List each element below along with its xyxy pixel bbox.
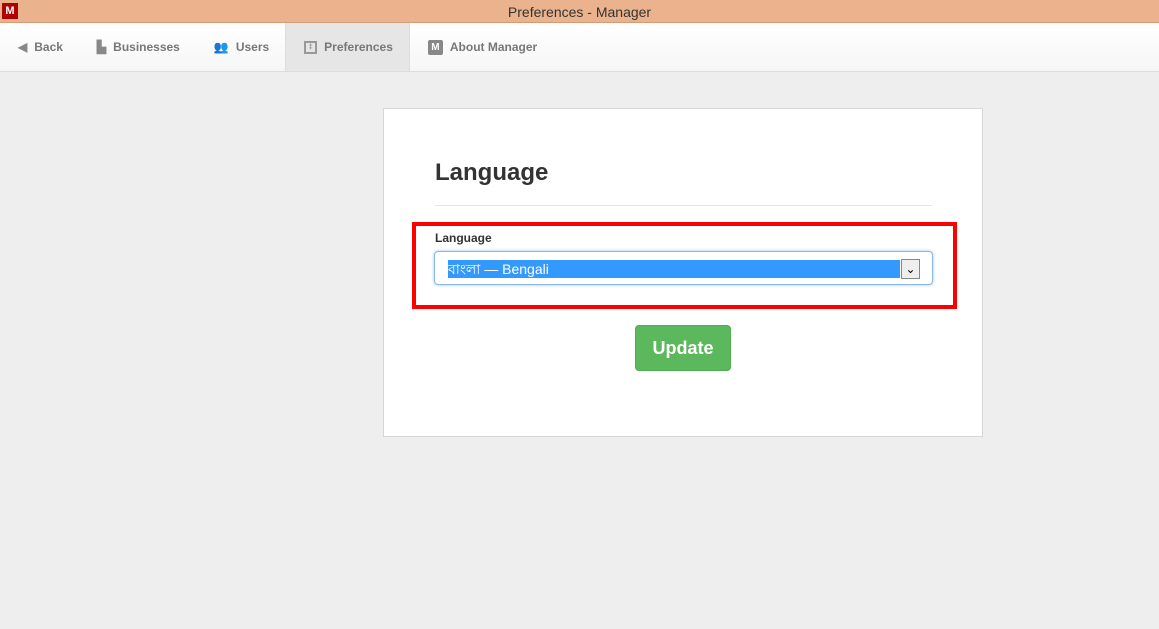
nav-back-label: Back bbox=[34, 40, 63, 54]
users-icon: 👥 bbox=[213, 40, 229, 54]
section-heading: Language bbox=[435, 159, 549, 186]
divider bbox=[435, 205, 932, 206]
nav-users-label: Users bbox=[235, 40, 270, 54]
back-arrow-icon: ◀ bbox=[18, 40, 28, 54]
preferences-panel: Language Language বাংলা — Bengali ⌄ Upda… bbox=[383, 108, 983, 437]
title-bar: M Preferences - Manager bbox=[0, 0, 1159, 23]
language-select[interactable]: বাংলা — Bengali ⌄ bbox=[434, 251, 933, 285]
nav-preferences-label: Preferences bbox=[324, 40, 393, 54]
language-label: Language bbox=[435, 231, 492, 245]
nav-preferences[interactable]: ‡ Preferences bbox=[285, 23, 410, 71]
language-selected-value: বাংলা — Bengali bbox=[448, 260, 900, 278]
chevron-down-icon[interactable]: ⌄ bbox=[901, 259, 920, 279]
top-nav: ◀ Back ▙ Businesses 👥 Users ‡ Preferences MA… bbox=[0, 23, 1159, 72]
update-button[interactable]: Update bbox=[635, 325, 731, 371]
sliders-icon: ‡ bbox=[304, 40, 318, 54]
buildings-icon: ▙ bbox=[96, 40, 107, 54]
nav-back[interactable]: ◀ Back bbox=[0, 23, 79, 71]
nav-businesses-label: Businesses bbox=[113, 40, 180, 54]
window-title: Preferences - Manager bbox=[507, 4, 652, 20]
nav-about[interactable]: M About Manager bbox=[410, 23, 553, 71]
manager-logo-icon: M bbox=[427, 39, 443, 55]
nav-businesses[interactable]: ▙ Businesses bbox=[79, 23, 196, 71]
nav-users[interactable]: 👥 Users bbox=[196, 23, 285, 71]
nav-about-label: About Manager bbox=[449, 40, 538, 54]
